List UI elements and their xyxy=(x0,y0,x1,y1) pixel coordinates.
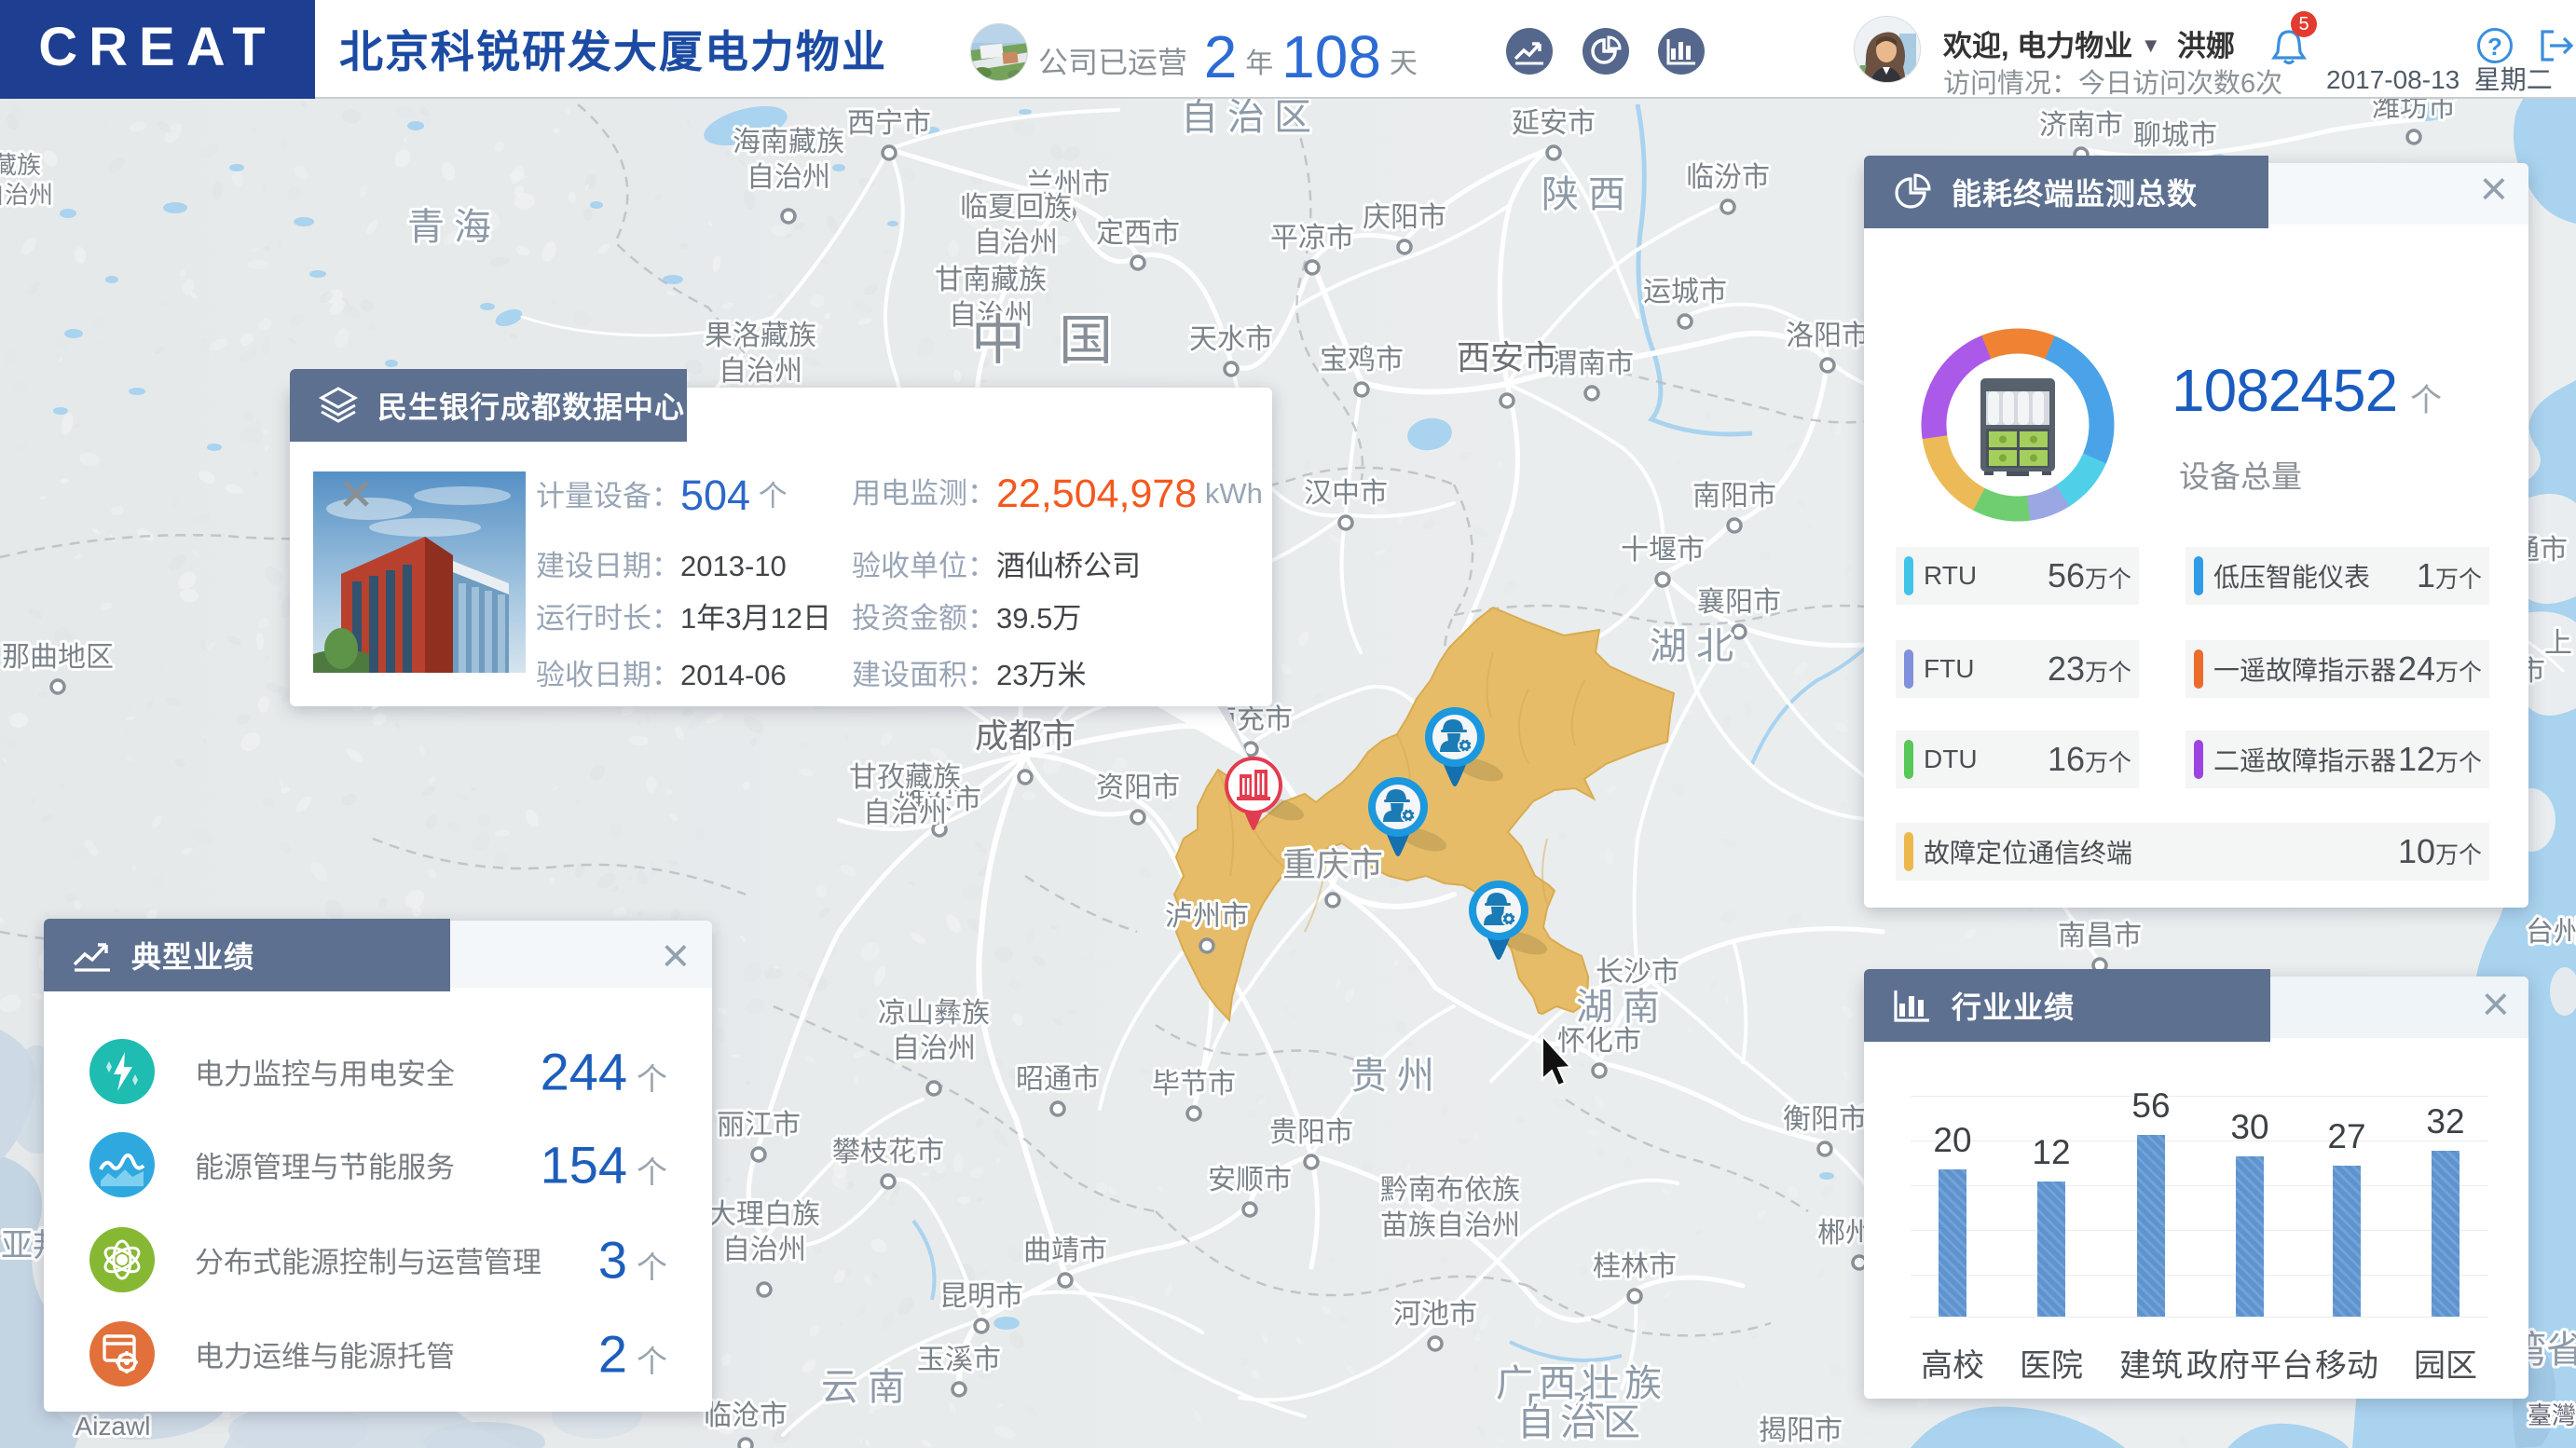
svg-text:十堰市: 十堰市 xyxy=(1621,535,1705,566)
svg-text:渭南市: 渭南市 xyxy=(1550,348,1634,379)
svg-text:凉山彝族: 凉山彝族 xyxy=(878,998,990,1029)
svg-text:洛阳市: 洛阳市 xyxy=(1786,321,1870,351)
svg-text:天水市: 天水市 xyxy=(1189,324,1273,355)
svg-text:襄阳市: 襄阳市 xyxy=(1697,587,1781,618)
svg-text:昭通市: 昭通市 xyxy=(1016,1064,1100,1095)
svg-text:延安市: 延安市 xyxy=(1512,108,1596,139)
svg-text:聊城市: 聊城市 xyxy=(2133,120,2217,151)
svg-text:重庆市: 重庆市 xyxy=(1282,845,1383,883)
svg-text:苗族自治州: 苗族自治州 xyxy=(1380,1210,1520,1241)
svg-text:广西壮族: 广西壮族 xyxy=(1496,1363,1667,1404)
svg-text:自治州: 自治州 xyxy=(974,227,1058,258)
svg-text:衡阳市: 衡阳市 xyxy=(1783,1104,1867,1135)
svg-text:庆阳市: 庆阳市 xyxy=(1363,202,1446,233)
svg-text:运城市: 运城市 xyxy=(1643,277,1727,307)
svg-text:攀枝花市: 攀枝花市 xyxy=(832,1137,944,1168)
svg-text:甘南藏族: 甘南藏族 xyxy=(935,265,1047,295)
svg-text:大理白族: 大理白族 xyxy=(708,1199,820,1230)
svg-text:上: 上 xyxy=(2544,628,2572,659)
svg-text:河池市: 河池市 xyxy=(1393,1299,1477,1330)
svg-text:昆明市: 昆明市 xyxy=(939,1281,1023,1312)
svg-text:自治州: 自治州 xyxy=(892,1033,976,1064)
svg-text:臺灣: 臺灣 xyxy=(2528,1401,2576,1429)
svg-text:果洛藏族: 果洛藏族 xyxy=(705,321,816,351)
svg-text:平凉市: 平凉市 xyxy=(1270,223,1354,253)
svg-text:海南藏族: 海南藏族 xyxy=(733,127,844,157)
svg-text:自治区: 自治区 xyxy=(1517,1402,1646,1443)
svg-text:陕西: 陕西 xyxy=(1541,174,1635,215)
svg-text:Aizawl: Aizawl xyxy=(75,1412,151,1441)
svg-text:南阳市: 南阳市 xyxy=(1692,481,1776,512)
svg-text:自治州: 自治州 xyxy=(863,798,947,828)
svg-text:湖北: 湖北 xyxy=(1650,626,1743,667)
svg-text:泸州市: 泸州市 xyxy=(1165,901,1249,932)
svg-text:宝鸡市: 宝鸡市 xyxy=(1320,345,1404,376)
svg-text:长沙市: 长沙市 xyxy=(1596,957,1679,988)
svg-text:汉中市: 汉中市 xyxy=(1304,478,1388,509)
svg-text:桂林市: 桂林市 xyxy=(1593,1251,1677,1282)
svg-text:资阳市: 资阳市 xyxy=(1096,772,1180,803)
svg-text:毕节市: 毕节市 xyxy=(1152,1069,1236,1100)
svg-text:南昌市: 南昌市 xyxy=(2058,921,2142,951)
svg-text:自治州: 自治州 xyxy=(747,162,830,193)
svg-text:藏族: 藏族 xyxy=(0,151,41,179)
svg-text:安顺市: 安顺市 xyxy=(1208,1165,1292,1195)
svg-text:临夏回族: 临夏回族 xyxy=(960,192,1072,223)
svg-text:丽江市: 丽江市 xyxy=(717,1110,801,1141)
svg-text:中国: 中国 xyxy=(971,310,1146,371)
svg-text:黔南布依族: 黔南布依族 xyxy=(1380,1175,1520,1206)
svg-text:临汾市: 临汾市 xyxy=(1686,162,1770,193)
svg-text:成都市: 成都市 xyxy=(975,717,1076,755)
svg-text:自治州: 自治州 xyxy=(722,1235,806,1265)
svg-text:自治区: 自治区 xyxy=(1181,97,1321,138)
svg-text:怀化市: 怀化市 xyxy=(1557,1026,1641,1057)
svg-text:湖南: 湖南 xyxy=(1576,987,1669,1028)
svg-text:台州: 台州 xyxy=(2526,917,2576,948)
svg-text:贵阳市: 贵阳市 xyxy=(1269,1117,1353,1148)
svg-text:玉溪市: 玉溪市 xyxy=(917,1345,1001,1375)
svg-text:自治州: 自治州 xyxy=(719,356,802,387)
svg-text:揭阳市: 揭阳市 xyxy=(1759,1415,1843,1446)
svg-text:青海: 青海 xyxy=(407,207,500,248)
svg-text:甘孜藏族: 甘孜藏族 xyxy=(849,762,961,793)
svg-text:贵州: 贵州 xyxy=(1350,1056,1444,1097)
svg-text:西安市: 西安市 xyxy=(1457,338,1557,376)
svg-text:曲靖市: 曲靖市 xyxy=(1023,1236,1107,1266)
svg-text:那曲地区: 那曲地区 xyxy=(2,642,114,673)
svg-text:济南市: 济南市 xyxy=(2039,110,2123,141)
svg-text:定西市: 定西市 xyxy=(1096,218,1180,249)
svg-text:西宁市: 西宁市 xyxy=(847,108,931,139)
svg-text:云南: 云南 xyxy=(821,1367,914,1408)
svg-text:临沧市: 临沧市 xyxy=(704,1400,788,1431)
svg-text:自治州: 自治州 xyxy=(0,181,53,209)
